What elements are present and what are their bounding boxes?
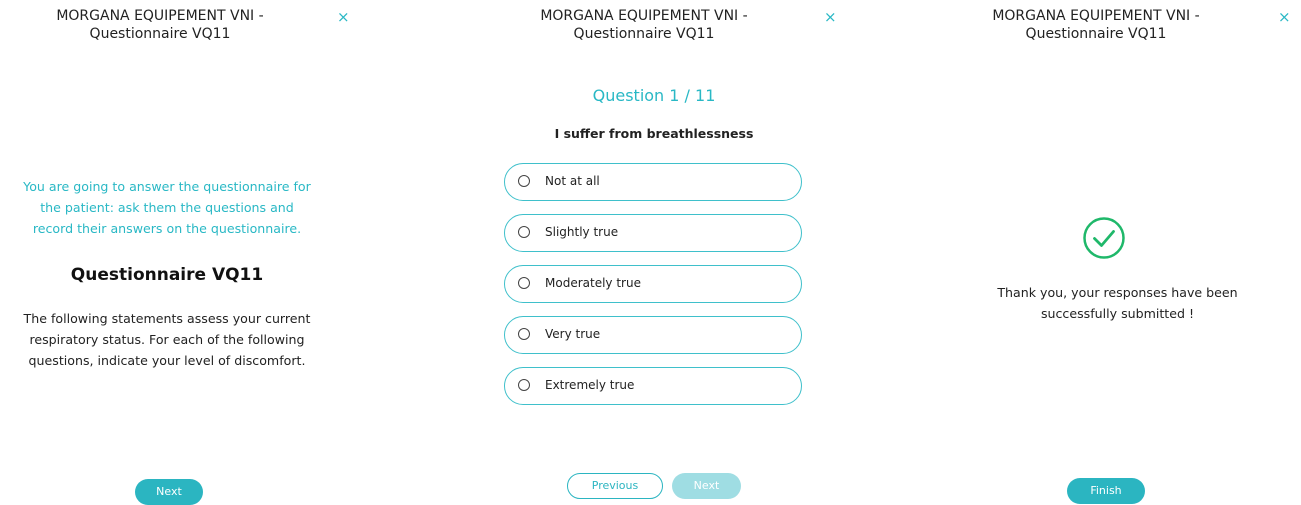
close-icon[interactable]: × [1278, 10, 1291, 25]
radio-button[interactable] [518, 277, 530, 289]
questionnaire-description: The following statements assess your cur… [0, 308, 334, 371]
answer-option[interactable]: Very true [504, 316, 802, 354]
description-line: respiratory status. For each of the foll… [29, 332, 305, 347]
answer-option[interactable]: Extremely true [504, 367, 802, 405]
header-title-line1: MORGANA EQUIPEMENT VNI - [992, 8, 1200, 24]
header-title-line1: MORGANA EQUIPEMENT VNI - [56, 8, 264, 24]
confirmation-message: Thank you, your responses have been succ… [934, 282, 1301, 324]
next-button[interactable]: Next [135, 479, 203, 505]
radio-button[interactable] [518, 328, 530, 340]
header-title-line2: Questionnaire VQ11 [573, 26, 715, 42]
question-text: I suffer from breathlessness [554, 126, 754, 141]
questionnaire-heading: Questionnaire VQ11 [70, 265, 264, 285]
instruction-text: You are going to answer the questionnair… [0, 176, 334, 239]
previous-button[interactable]: Previous [567, 473, 663, 499]
header-title-line1: MORGANA EQUIPEMENT VNI - [540, 8, 748, 24]
radio-button[interactable] [518, 379, 530, 391]
confirmation-panel: MORGANA EQUIPEMENT VNI - Questionnaire V… [934, 0, 1301, 504]
answer-option-label: Slightly true [545, 225, 619, 239]
header-title-line2: Questionnaire VQ11 [89, 26, 231, 42]
close-icon[interactable]: × [337, 10, 350, 25]
close-icon[interactable]: × [824, 10, 837, 25]
instruction-line: record their answers on the questionnair… [32, 221, 302, 236]
instruction-line: You are going to answer the questionnair… [23, 179, 311, 194]
instruction-line: the patient: ask them the questions and [40, 200, 294, 215]
answer-option-label: Extremely true [545, 378, 635, 392]
next-button[interactable]: Next [672, 473, 741, 499]
header-title: MORGANA EQUIPEMENT VNI - Questionnaire V… [966, 7, 1226, 43]
radio-button[interactable] [518, 226, 530, 238]
answer-option-label: Not at all [545, 174, 600, 188]
confirmation-line: Thank you, your responses have been [997, 285, 1238, 300]
answer-option[interactable]: Moderately true [504, 265, 802, 303]
radio-button[interactable] [518, 175, 530, 187]
header-title: MORGANA EQUIPEMENT VNI - Questionnaire V… [514, 7, 774, 43]
intro-panel: MORGANA EQUIPEMENT VNI - Questionnaire V… [0, 0, 350, 505]
header-title: MORGANA EQUIPEMENT VNI - Questionnaire V… [30, 7, 290, 43]
check-circle-icon [1083, 217, 1125, 259]
answer-option-label: Moderately true [545, 276, 641, 290]
description-line: The following statements assess your cur… [23, 311, 311, 326]
answer-option[interactable]: Slightly true [504, 214, 802, 252]
answer-option-label: Very true [545, 327, 601, 341]
answer-option[interactable]: Not at all [504, 163, 802, 201]
header-title-line2: Questionnaire VQ11 [1025, 26, 1167, 42]
description-line: questions, indicate your level of discom… [28, 353, 306, 368]
finish-button[interactable]: Finish [1067, 478, 1145, 504]
question-counter: Question 1 / 11 [592, 86, 716, 105]
confirmation-line: successfully submitted ! [1040, 306, 1195, 321]
question-panel: MORGANA EQUIPEMENT VNI - Questionnaire V… [484, 0, 837, 501]
